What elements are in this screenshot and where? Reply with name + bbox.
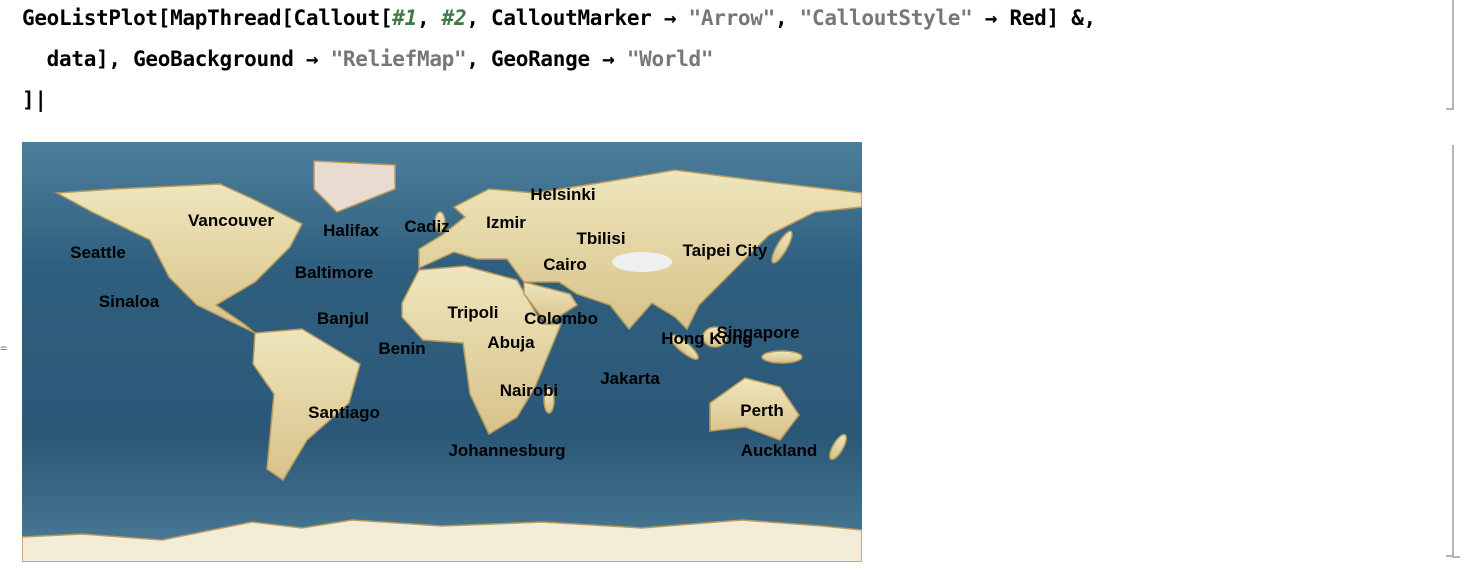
string-reliefmap: "ReliefMap" [330, 47, 467, 71]
cell-group-bracket-end [1452, 556, 1460, 558]
code-text: , GeoRange → [466, 47, 627, 71]
city-label: Jakarta [600, 369, 660, 388]
city-label: Cadiz [404, 217, 450, 236]
string-world: "World" [626, 47, 714, 71]
slot-1: #1 [392, 6, 417, 30]
city-label: Seattle [70, 243, 126, 262]
input-line-1[interactable]: GeoListPlot[MapThread[Callout[#1, #2, Ca… [22, 6, 1096, 30]
output-marker: = [0, 341, 8, 355]
new-guinea [761, 350, 803, 364]
relief-map[interactable]: Seattle Vancouver Halifax Cadiz Izmir He… [22, 142, 862, 562]
code-text: , [416, 6, 442, 30]
city-label: Tripoli [447, 303, 499, 322]
city-label: Banjul [317, 309, 369, 328]
land-shapes [22, 160, 862, 562]
new-zealand [829, 433, 847, 461]
city-label: Tbilisi [576, 229, 626, 248]
city-label: Abuja [487, 333, 535, 352]
city-label: Baltimore [294, 263, 374, 282]
city-label: Vancouver [188, 211, 274, 230]
greenland [313, 160, 396, 213]
output-cell-bracket[interactable] [1446, 145, 1454, 557]
string-arrow: "Arrow" [688, 6, 776, 30]
code-text: , [774, 6, 800, 30]
japan [771, 230, 793, 264]
slot-2: #2 [441, 6, 467, 30]
city-label: Singapore [716, 323, 800, 342]
city-label: Helsinki [530, 185, 596, 204]
city-label: Perth [740, 401, 784, 420]
himalaya-snow [612, 252, 672, 272]
code-text: → Red] &, [972, 6, 1096, 30]
city-label: Izmir [486, 213, 526, 232]
input-line-3[interactable]: ]| [22, 88, 47, 112]
city-label: Sinaloa [98, 292, 160, 311]
code-text: GeoListPlot[MapThread[Callout[ [22, 6, 393, 30]
antarctica [22, 519, 862, 562]
city-label: Johannesburg [448, 441, 566, 460]
city-label: Benin [378, 339, 426, 358]
city-label: Nairobi [499, 381, 559, 400]
city-label: Taipei City [682, 241, 768, 260]
city-label: Halifax [323, 221, 379, 240]
code-text: data], GeoBackground → [22, 47, 331, 71]
city-label: Auckland [740, 441, 818, 460]
string-calloutstyle: "CalloutStyle" [799, 6, 973, 30]
city-label: Santiago [308, 403, 380, 422]
code-text: , CalloutMarker → [466, 6, 689, 30]
input-cell-bracket[interactable] [1446, 0, 1454, 110]
input-line-2[interactable]: data], GeoBackground → "ReliefMap", GeoR… [22, 47, 714, 71]
city-label: Colombo [524, 309, 598, 328]
city-label: Cairo [543, 255, 587, 274]
